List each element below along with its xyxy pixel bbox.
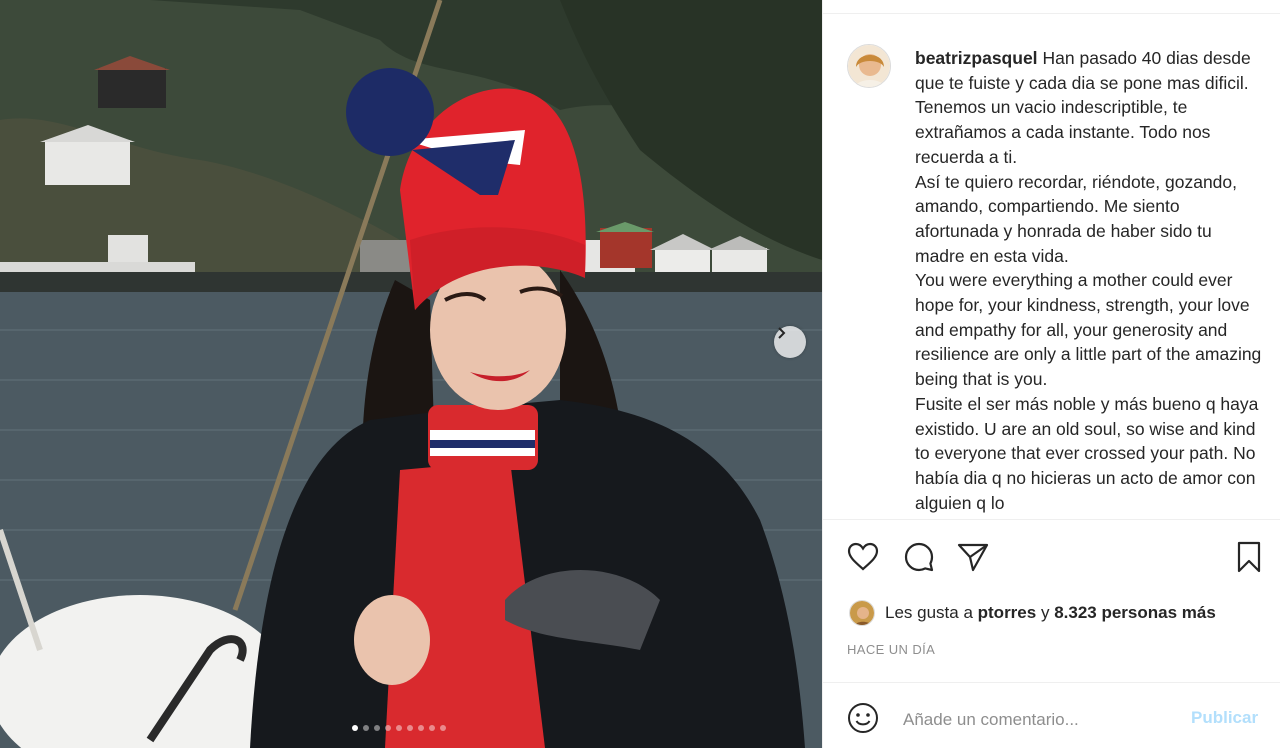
likes-joiner: y — [1040, 603, 1050, 622]
carousel-indicator — [352, 725, 446, 731]
caption-line: beatrizpasquel Han pasado 40 dias desde q… — [915, 46, 1265, 170]
save-button[interactable] — [1231, 539, 1267, 575]
comment-icon — [904, 542, 934, 572]
likes-count[interactable]: 8.323 personas más — [1054, 603, 1216, 623]
carousel-dot — [407, 725, 413, 731]
comment-input[interactable] — [901, 706, 1175, 734]
paper-plane-icon — [957, 543, 989, 572]
carousel-dot — [440, 725, 446, 731]
chevron-right-icon — [778, 327, 786, 339]
divider — [823, 682, 1280, 683]
author-username[interactable]: beatrizpasquel — [915, 48, 1038, 68]
publish-button[interactable]: Publicar — [1191, 708, 1258, 728]
comment-box: Publicar — [823, 690, 1280, 748]
carousel-dot — [352, 725, 358, 731]
likes-summary[interactable]: Les gusta a ptorres y 8.323 personas más — [849, 599, 1216, 627]
heart-icon — [847, 542, 879, 571]
carousel-dot — [385, 725, 391, 731]
carousel-dot — [363, 725, 369, 731]
smiley-icon — [848, 703, 878, 733]
liker-username[interactable]: ptorres — [978, 603, 1037, 623]
post-caption: beatrizpasquel Han pasado 40 dias desde q… — [915, 46, 1265, 515]
photo-illustration — [0, 0, 822, 748]
carousel-dot — [396, 725, 402, 731]
caption-line: Así te quiero recordar, riéndote, gozand… — [915, 171, 1238, 266]
caption-line: Fusite el ser más noble y más bueno q ha… — [915, 393, 1259, 513]
action-bar — [845, 539, 1265, 579]
carousel-dot — [374, 725, 380, 731]
author-avatar[interactable] — [847, 44, 891, 88]
carousel-dot — [429, 725, 435, 731]
liker-avatar — [849, 600, 875, 626]
carousel-next-button[interactable] — [774, 326, 806, 358]
like-button[interactable] — [845, 539, 881, 575]
bookmark-icon — [1237, 541, 1261, 573]
avatar-image — [850, 601, 874, 625]
post-photo[interactable] — [0, 0, 822, 748]
post-details-panel: beatrizpasquel Han pasado 40 dias desde q… — [822, 0, 1280, 748]
comment-button[interactable] — [901, 539, 937, 575]
carousel-dot — [418, 725, 424, 731]
caption-scroll-area[interactable]: beatrizpasquel Han pasado 40 dias desde q… — [823, 14, 1280, 519]
avatar-image — [848, 45, 890, 87]
share-button[interactable] — [955, 539, 991, 575]
divider — [823, 519, 1280, 520]
emoji-button[interactable] — [845, 700, 881, 736]
post-timestamp[interactable]: HACE UN DÍA — [847, 642, 935, 657]
caption-line: You were everything a mother could ever … — [915, 270, 1262, 390]
likes-prefix: Les gusta a — [885, 603, 973, 622]
